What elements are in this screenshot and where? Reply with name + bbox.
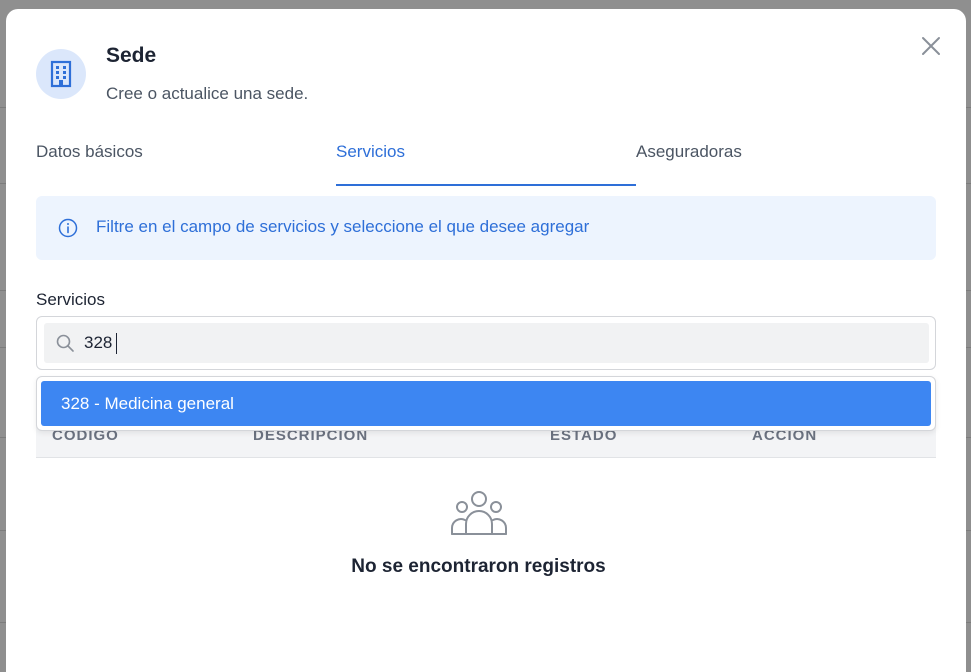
tab-servicios[interactable]: Servicios — [336, 137, 405, 185]
services-search-field — [36, 316, 936, 370]
text-caret — [116, 333, 117, 354]
tab-bar: Datos básicos Servicios Aseguradoras — [36, 137, 936, 187]
users-icon — [451, 491, 507, 535]
search-input-container — [44, 323, 929, 363]
active-tab-indicator — [336, 184, 636, 186]
info-icon — [58, 218, 78, 238]
building-icon — [50, 60, 72, 88]
modal-title: Sede — [106, 44, 157, 67]
close-icon — [922, 37, 940, 55]
search-icon — [56, 334, 74, 352]
building-icon-badge — [36, 49, 86, 99]
services-dropdown: 328 - Medicina general — [36, 376, 936, 431]
dropdown-option[interactable]: 328 - Medicina general — [41, 381, 931, 426]
services-field-label: Servicios — [36, 290, 105, 309]
sede-modal: Sede Cree o actualice una sede. Datos bá… — [6, 9, 966, 672]
services-search-input[interactable] — [84, 323, 904, 363]
tab-aseguradoras[interactable]: Aseguradoras — [636, 137, 742, 185]
info-text: Filtre en el campo de servicios y selecc… — [96, 217, 590, 236]
tab-datos-basicos[interactable]: Datos básicos — [36, 137, 143, 185]
modal-subtitle: Cree o actualice una sede. — [106, 84, 309, 103]
empty-state-text: No se encontraron registros — [351, 556, 606, 577]
info-alert: Filtre en el campo de servicios y selecc… — [36, 196, 936, 260]
close-button[interactable] — [918, 33, 944, 59]
